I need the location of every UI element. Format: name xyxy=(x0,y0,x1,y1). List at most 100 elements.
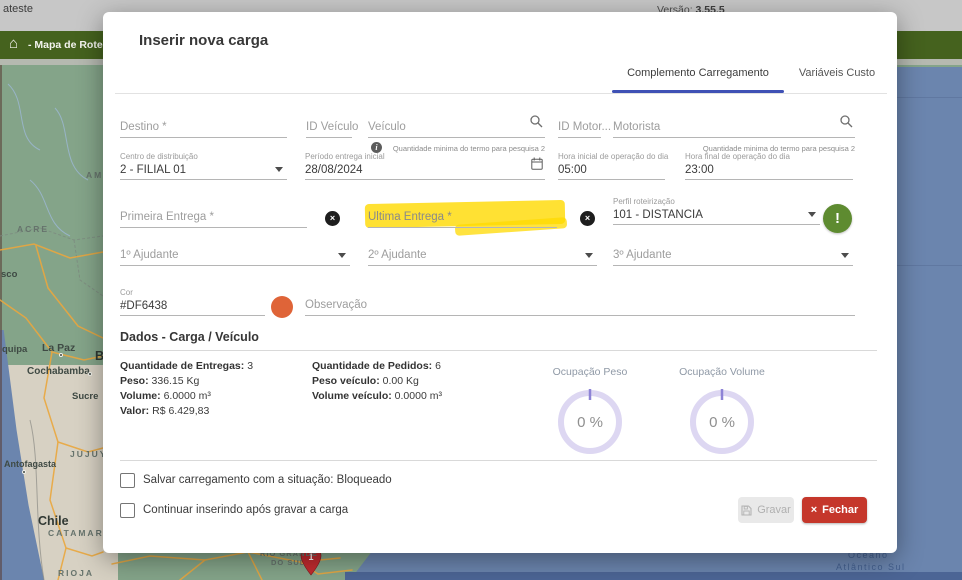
map-label-city: La Paz xyxy=(42,342,75,354)
ultima-entrega-placeholder: Ultima Entrega * xyxy=(368,211,452,227)
map-label-city: quipa xyxy=(2,344,27,355)
gravar-button[interactable]: Gravar xyxy=(738,497,794,523)
veiculo-placeholder: Veículo xyxy=(368,121,406,137)
checkbox-continuar-inserindo-label: Continuar inserindo após gravar a carga xyxy=(143,504,348,516)
gauge-title: Ocupação Volume xyxy=(679,366,765,378)
id-veiculo-input[interactable]: ID Veículo xyxy=(306,116,352,138)
screen: 1 AM ACRE sco quipa La Paz Bo Cochabamba… xyxy=(0,0,962,580)
insert-load-dialog: Inserir nova carga Complemento Carregame… xyxy=(103,12,897,553)
tabs-divider xyxy=(115,93,887,94)
dados-line: Peso: 336.15 Kg xyxy=(120,374,253,389)
cor-label: Cor xyxy=(120,288,265,297)
dados-section-title: Dados - Carga / Veículo xyxy=(120,330,259,344)
checkbox-continuar-inserindo[interactable] xyxy=(120,503,135,518)
perfil-label: Perfil roteirização xyxy=(613,197,820,206)
dados-line: Volume veículo: 0.0000 m³ xyxy=(312,389,442,404)
search-icon[interactable] xyxy=(840,115,853,133)
fechar-button[interactable]: × Fechar xyxy=(802,497,867,523)
centro-distribuicao-select[interactable]: Centro de distribuição 2 - FILIAL 01 xyxy=(120,152,287,180)
veiculo-input[interactable]: Veículo xyxy=(368,116,545,138)
map-label-country: Chile xyxy=(38,514,69,528)
cor-input[interactable]: Cor #DF6438 xyxy=(120,288,265,316)
hora-final-label: Hora final de operação do dia xyxy=(685,152,853,161)
ajudante3-select[interactable]: 3º Ajudante xyxy=(613,244,853,266)
gauge-title: Ocupação Peso xyxy=(553,366,628,378)
perfil-value: 101 - DISTANCIA xyxy=(613,209,820,224)
observacao-input[interactable]: Observação xyxy=(305,294,855,316)
section-divider xyxy=(120,460,877,461)
ajudante3-placeholder: 3º Ajudante xyxy=(613,249,672,265)
window-title: ateste xyxy=(3,3,33,15)
hora-final-input[interactable]: Hora final de operação do dia 23:00 xyxy=(685,152,853,180)
periodo-value: 28/08/2024 xyxy=(305,164,545,179)
warning-icon[interactable]: ! xyxy=(823,204,852,233)
map-label-ocean: Atlântico Sul xyxy=(836,562,906,572)
calendar-icon[interactable] xyxy=(531,157,543,175)
city-dot xyxy=(22,470,26,474)
tab-complemento-carregamento[interactable]: Complemento Carregamento xyxy=(612,67,784,79)
gravar-label: Gravar xyxy=(757,504,791,516)
map-sea-band xyxy=(345,572,962,580)
hora-inicial-label: Hora inicial de operação do dia xyxy=(558,152,665,161)
centro-label: Centro de distribuição xyxy=(120,152,287,161)
dialog-title: Inserir nova carga xyxy=(139,32,268,49)
chevron-down-icon xyxy=(338,253,346,258)
clear-icon[interactable]: × xyxy=(325,211,340,226)
motorista-input[interactable]: Motorista xyxy=(613,116,855,138)
destino-input[interactable]: Destino * xyxy=(120,116,287,138)
periodo-entrega-input[interactable]: Período entrega inicial 28/08/2024 xyxy=(305,152,545,180)
city-dot xyxy=(88,372,92,376)
gauge-value: 0 % xyxy=(555,414,625,431)
gauge-value: 0 % xyxy=(687,414,757,431)
dados-line: Quantidade de Pedidos: 6 xyxy=(312,359,442,374)
chevron-down-icon xyxy=(808,212,816,217)
hora-inicial-input[interactable]: Hora inicial de operação do dia 05:00 xyxy=(558,152,665,180)
map-label-city: sco xyxy=(1,269,17,280)
home-icon[interactable]: ⌂ xyxy=(9,36,18,51)
dados-column-2: Quantidade de Pedidos: 6 Peso veículo: 0… xyxy=(312,359,442,404)
chevron-down-icon xyxy=(275,167,283,172)
ajudante1-placeholder: 1º Ajudante xyxy=(120,249,179,265)
gauge-ocupacao-volume: Ocupação Volume 0 % xyxy=(662,362,782,380)
city-dot xyxy=(59,353,63,357)
map-label-city: Cochabamba xyxy=(27,366,90,377)
hora-inicial-value: 05:00 xyxy=(558,164,665,179)
map-label-state: DO SUL xyxy=(271,558,305,567)
ultima-entrega-input[interactable]: Ultima Entrega * xyxy=(368,206,557,228)
ajudante2-select[interactable]: 2º Ajudante xyxy=(368,244,597,266)
dados-column-1: Quantidade de Entregas: 3 Peso: 336.15 K… xyxy=(120,359,253,419)
clear-icon[interactable]: × xyxy=(580,211,595,226)
dados-line: Volume: 6.0000 m³ xyxy=(120,389,253,404)
map-label-state: ACRE xyxy=(17,224,49,234)
ajudante1-select[interactable]: 1º Ajudante xyxy=(120,244,350,266)
perfil-roteirizacao-select[interactable]: Perfil roteirização 101 - DISTANCIA xyxy=(613,197,820,225)
fechar-label: Fechar xyxy=(822,504,858,516)
id-motorista-placeholder: ID Motor... xyxy=(558,121,611,137)
map-edge-line xyxy=(0,60,2,580)
close-icon: × xyxy=(811,504,817,516)
id-motorista-input[interactable]: ID Motor... xyxy=(558,116,601,138)
map-label-state: AM xyxy=(86,170,103,180)
primeira-entrega-input[interactable]: Primeira Entrega * xyxy=(120,206,307,228)
dados-line: Valor: R$ 6.429,83 xyxy=(120,404,253,419)
dados-line: Quantidade de Entregas: 3 xyxy=(120,359,253,374)
dados-line: Peso veículo: 0.00 Kg xyxy=(312,374,442,389)
observacao-placeholder: Observação xyxy=(305,299,367,315)
cor-value: #DF6438 xyxy=(120,300,265,315)
id-veiculo-placeholder: ID Veículo xyxy=(306,121,358,137)
chevron-down-icon xyxy=(585,253,593,258)
ajudante2-placeholder: 2º Ajudante xyxy=(368,249,427,265)
checkbox-salvar-bloqueado[interactable] xyxy=(120,473,135,488)
map-label-state: JUJUY xyxy=(70,449,107,459)
search-icon[interactable] xyxy=(530,115,543,133)
map-label-state: RIOJA xyxy=(58,568,94,578)
active-tab-indicator xyxy=(612,90,784,93)
centro-value: 2 - FILIAL 01 xyxy=(120,164,287,179)
motorista-placeholder: Motorista xyxy=(613,121,660,137)
primeira-entrega-placeholder: Primeira Entrega * xyxy=(120,211,214,227)
tab-variaveis-custo[interactable]: Variáveis Custo xyxy=(791,67,883,79)
color-swatch[interactable] xyxy=(271,296,293,318)
save-icon xyxy=(741,505,752,516)
periodo-label: Período entrega inicial xyxy=(305,152,545,161)
chevron-down-icon xyxy=(841,253,849,258)
